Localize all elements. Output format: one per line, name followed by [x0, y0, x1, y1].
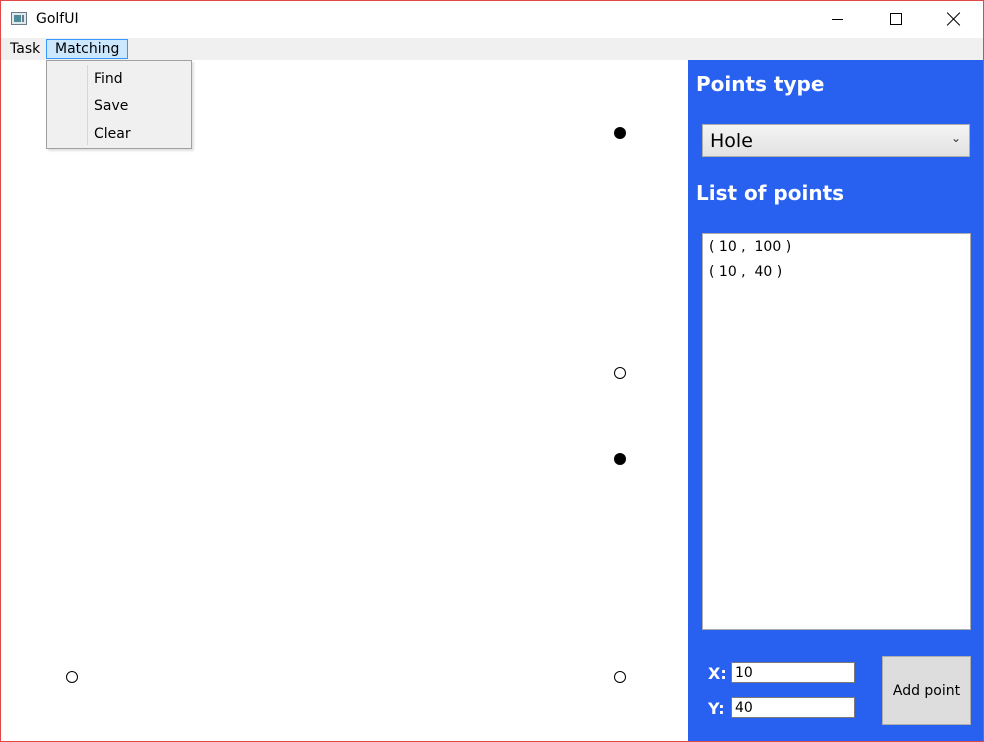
y-label: Y:	[708, 699, 725, 718]
menu-item-save[interactable]: Save	[94, 98, 128, 114]
maximize-button[interactable]	[867, 1, 925, 38]
matching-dropdown-menu: Find Save Clear	[46, 60, 192, 149]
drawing-canvas[interactable]	[1, 60, 688, 741]
app-window: GolfUI Task Matching Find Save Clear Poi…	[0, 0, 984, 742]
close-icon	[947, 12, 961, 26]
chevron-down-icon: ⌄	[950, 131, 961, 145]
menu-item-clear[interactable]: Clear	[94, 126, 131, 142]
list-item[interactable]: ( 10 , 100 )	[709, 239, 791, 255]
menu-matching[interactable]: Matching	[46, 39, 129, 59]
menu-task[interactable]: Task	[5, 39, 45, 59]
add-point-button[interactable]: Add point	[882, 656, 971, 725]
window-title: GolfUI	[36, 11, 79, 27]
close-button[interactable]	[925, 1, 983, 38]
list-of-points-heading: List of points	[696, 181, 845, 205]
point-marker-filled	[614, 453, 626, 465]
side-panel: Points type Hole ⌄ List of points ( 10 ,…	[688, 60, 983, 741]
points-listbox[interactable]: ( 10 , 100 ) ( 10 , 40 )	[702, 233, 971, 630]
x-input[interactable]	[731, 662, 855, 683]
menu-separator	[87, 65, 88, 145]
points-type-heading: Points type	[696, 72, 825, 96]
maximize-icon	[890, 13, 902, 25]
x-label: X:	[708, 664, 727, 683]
app-window-icon	[11, 12, 27, 25]
point-marker-hollow	[614, 671, 626, 683]
point-marker-hollow	[66, 671, 78, 683]
minimize-icon	[832, 19, 843, 20]
list-item[interactable]: ( 10 , 40 )	[709, 264, 782, 280]
points-type-select[interactable]: Hole ⌄	[702, 124, 970, 157]
points-type-value: Hole	[710, 130, 753, 152]
point-marker-filled	[614, 127, 626, 139]
menu-bar: Task Matching	[1, 38, 983, 60]
point-marker-hollow	[614, 367, 626, 379]
title-bar[interactable]: GolfUI	[1, 1, 983, 38]
minimize-button[interactable]	[809, 1, 867, 38]
y-input[interactable]	[731, 697, 855, 718]
menu-item-find[interactable]: Find	[94, 71, 123, 87]
